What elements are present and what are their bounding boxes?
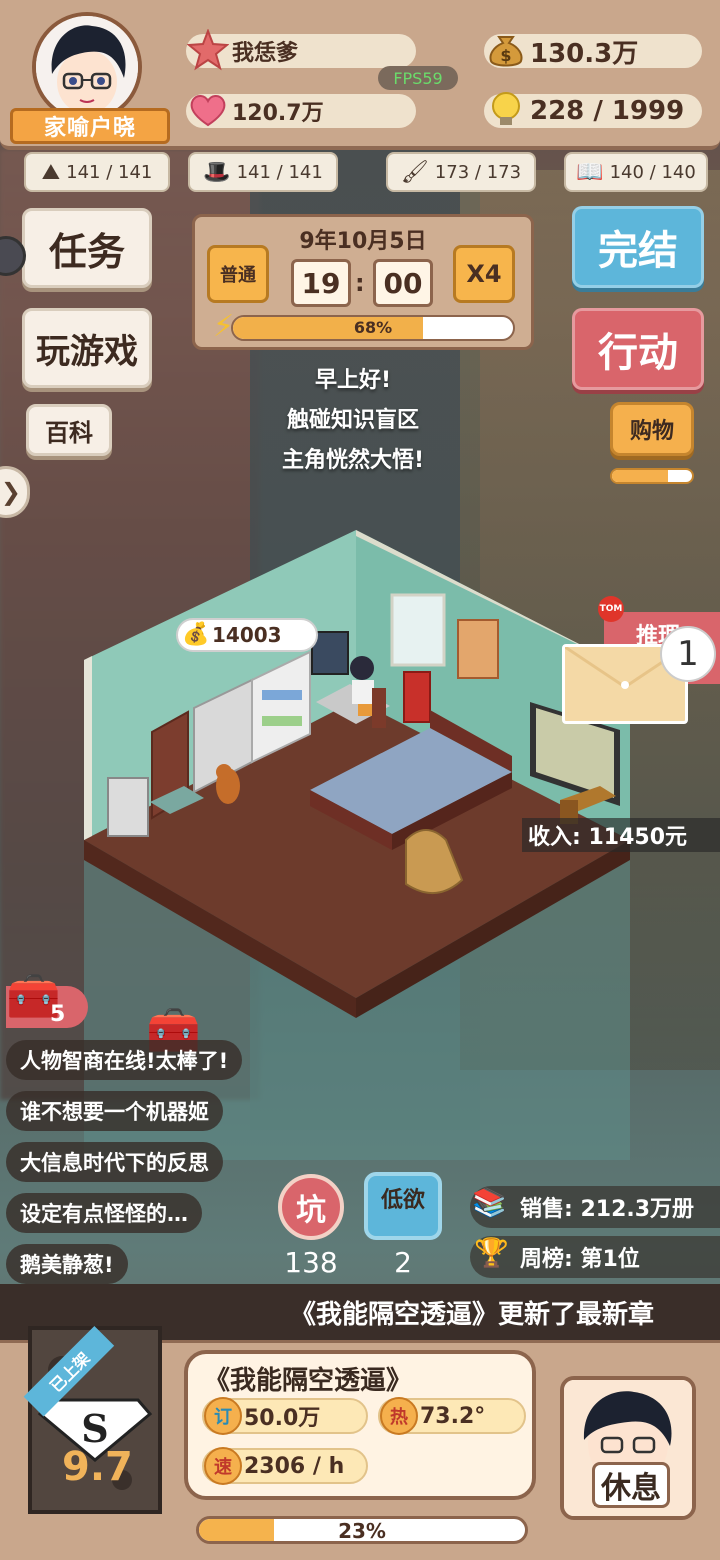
book-score: 9.7 bbox=[62, 1444, 133, 1490]
shop-button[interactable]: 购物 bbox=[610, 402, 694, 456]
ideas-stat: 228 / 1999 bbox=[484, 92, 702, 128]
resource-book: 📖 140 / 140 bbox=[564, 152, 708, 192]
finish-button[interactable]: 完结 bbox=[572, 206, 704, 288]
rest-label: 休息 bbox=[592, 1462, 670, 1508]
svg-text:$: $ bbox=[500, 46, 511, 65]
action-button[interactable]: 行动 bbox=[572, 308, 704, 390]
avatar-face-icon bbox=[36, 16, 138, 118]
message-line-2: 触碰知识盲区 bbox=[286, 408, 419, 433]
fire-badge-icon: TOM bbox=[598, 596, 624, 622]
title-stat: 我恁爹 bbox=[186, 29, 416, 71]
energy-label: 68% bbox=[353, 318, 393, 337]
speed-value: 2306 / h bbox=[244, 1453, 345, 1479]
brush-icon: 🖌 bbox=[400, 159, 429, 185]
heart-icon bbox=[184, 86, 232, 134]
trophy-icon: 🏆 bbox=[474, 1236, 509, 1269]
book-cover[interactable]: S 已上架 9.7 bbox=[23, 1325, 162, 1514]
wiki-button[interactable]: 百科 bbox=[26, 404, 112, 456]
star-icon bbox=[184, 26, 232, 74]
sales-stat: 📚 销售: 212.3万册 bbox=[470, 1186, 720, 1228]
speed-stat: 速 2306 / h bbox=[202, 1447, 368, 1485]
coin-bubble-value: 14003 bbox=[212, 623, 282, 647]
comment-2: 谁不想要一个机器姬 bbox=[6, 1091, 223, 1131]
energy-bar: 68% bbox=[231, 315, 515, 341]
subscriptions-tag: 订 bbox=[204, 1397, 242, 1435]
money-bag-icon: $ bbox=[482, 26, 530, 74]
resource-value: 141 / 141 bbox=[66, 161, 153, 183]
comment-5: 鹅美静葱! bbox=[6, 1244, 128, 1284]
time-minute: 00 bbox=[373, 259, 433, 307]
comment-1: 人物智商在线!太棒了! bbox=[6, 1040, 243, 1080]
hearts-stat: 120.7万 bbox=[186, 94, 416, 128]
low-desire-button[interactable]: 低欲 bbox=[364, 1172, 442, 1240]
fps-counter: FPS59 bbox=[378, 66, 458, 90]
top-stats-panel: 家喻户晓 我恁爹 FPS59 120.7万 $ 130.3万 228 / 199… bbox=[0, 0, 720, 150]
book-info-panel: 《我能隔空透逼》 订 50.0万 热 73.2° 速 2306 / h bbox=[184, 1350, 536, 1500]
comment-4: 设定有点怪怪的… bbox=[6, 1193, 202, 1233]
resource-value: 140 / 140 bbox=[609, 161, 696, 183]
speed-button[interactable]: X4 bbox=[453, 245, 515, 303]
book-title: 《我能隔空透逼》 bbox=[204, 1366, 413, 1396]
money-value: 130.3万 bbox=[530, 38, 639, 69]
comment-3: 大信息时代下的反思 bbox=[6, 1142, 223, 1182]
subscriptions-stat: 订 50.0万 bbox=[202, 1397, 368, 1435]
time-colon: : bbox=[355, 269, 365, 297]
resource-value: 141 / 141 bbox=[236, 161, 323, 183]
message-line-3: 主角恍然大悟! bbox=[281, 448, 425, 473]
player-avatar[interactable] bbox=[32, 12, 142, 122]
hat-icon: 🎩 bbox=[203, 159, 231, 185]
resource-brush: 🖌 173 / 173 bbox=[386, 152, 536, 192]
writing-progress-bar: 23% bbox=[196, 1516, 528, 1544]
resource-mountain: ⛰ 141 / 141 bbox=[24, 152, 170, 192]
income-label: 收入: 11450元 bbox=[522, 818, 720, 852]
title-value: 我恁爹 bbox=[232, 41, 299, 66]
task-button[interactable]: 任务 bbox=[22, 208, 152, 288]
weekly-rank-value: 周榜: 第1位 bbox=[520, 1247, 640, 1272]
heat-tag: 热 bbox=[380, 1397, 418, 1435]
money-stat: $ 130.3万 bbox=[484, 34, 702, 69]
shop-progress-bar bbox=[610, 468, 694, 484]
heat-value: 73.2° bbox=[420, 1403, 486, 1429]
mail-count-badge: 1 bbox=[660, 626, 716, 682]
resource-hat: 🎩 141 / 141 bbox=[188, 152, 338, 192]
time-panel: 9年10月5日 普通 19 : 00 X4 ⚡ 68% bbox=[192, 214, 534, 350]
pit-button[interactable]: 坑 bbox=[278, 1174, 344, 1240]
books-icon: 📚 bbox=[472, 1186, 507, 1219]
rest-button[interactable]: 休息 bbox=[560, 1376, 696, 1520]
subscriptions-value: 50.0万 bbox=[244, 1406, 321, 1431]
message-line-1: 早上好! bbox=[314, 368, 392, 393]
money-bag-icon: 💰 bbox=[182, 622, 210, 647]
coin-bubble[interactable]: 💰 14003 bbox=[176, 618, 318, 652]
heat-stat: 热 73.2° bbox=[378, 1397, 526, 1435]
player-name-banner: 家喻户晓 bbox=[10, 108, 170, 144]
ideas-value: 228 / 1999 bbox=[530, 96, 685, 126]
writing-progress-label: 23% bbox=[338, 1519, 386, 1543]
pit-count: 138 bbox=[284, 1246, 338, 1279]
hearts-value: 120.7万 bbox=[232, 101, 324, 126]
weekly-rank-stat: 🏆 周榜: 第1位 bbox=[470, 1236, 720, 1278]
lightbulb-icon bbox=[482, 86, 530, 134]
mountain-icon: ⛰ bbox=[41, 159, 61, 185]
shop-progress-fill bbox=[612, 470, 668, 482]
book-icon: 📖 bbox=[576, 159, 604, 185]
play-game-button[interactable]: 玩游戏 bbox=[22, 308, 152, 388]
time-hour: 19 bbox=[291, 259, 351, 307]
speed-tag: 速 bbox=[204, 1447, 242, 1485]
chest-count: 5 bbox=[50, 1002, 66, 1027]
sales-value: 销售: 212.3万册 bbox=[520, 1197, 695, 1222]
mode-button[interactable]: 普通 bbox=[207, 245, 269, 303]
low-desire-count: 2 bbox=[394, 1246, 412, 1279]
resource-value: 173 / 173 bbox=[434, 161, 522, 183]
